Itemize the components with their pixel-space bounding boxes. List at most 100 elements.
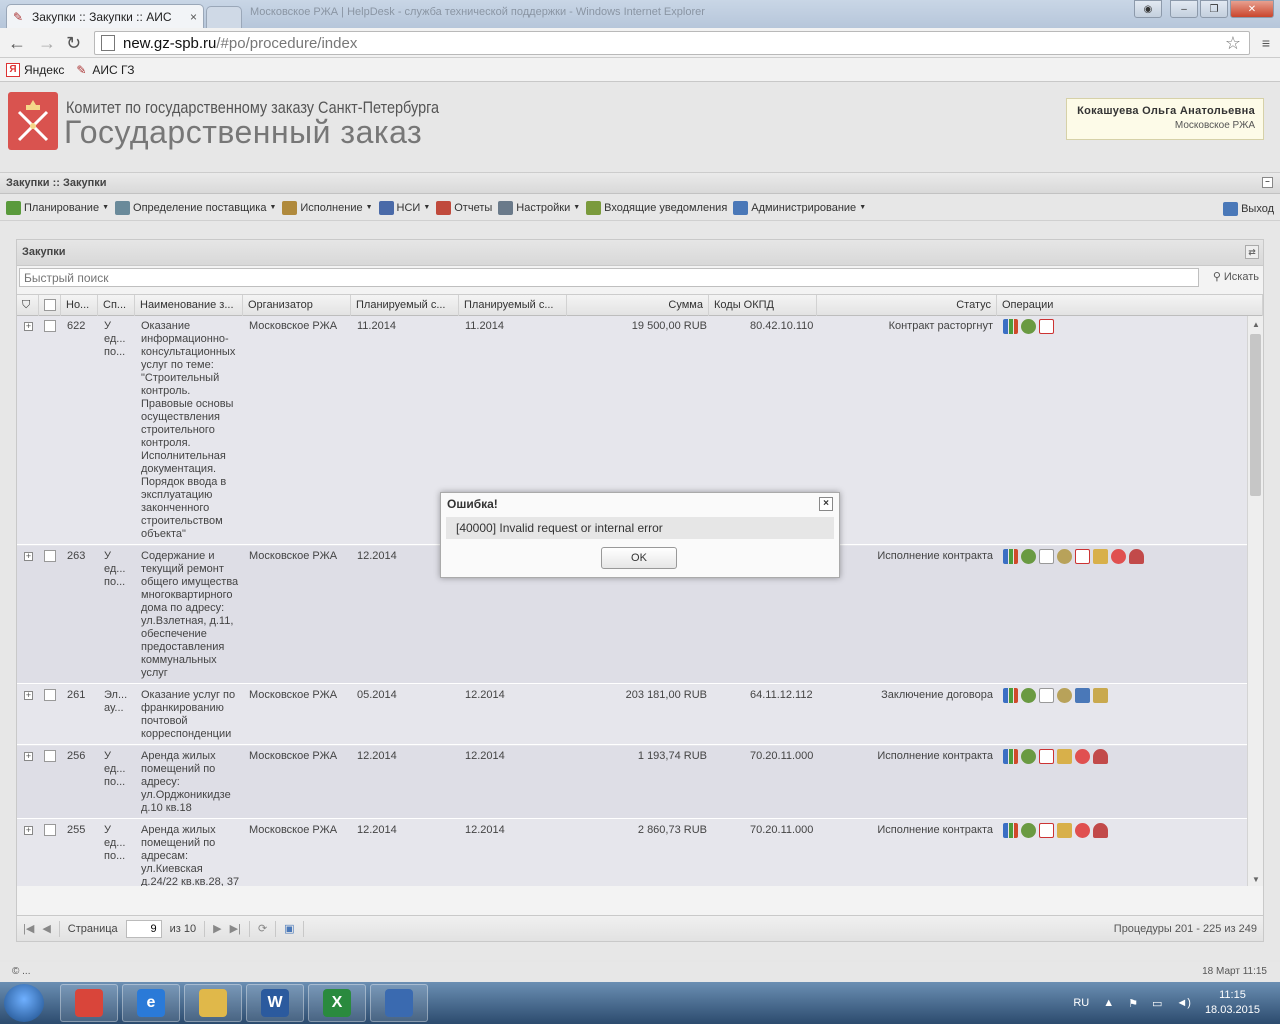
gear-icon[interactable] bbox=[1021, 823, 1036, 838]
table-row[interactable]: +261 Эл... ау... Оказание услуг по франкир… bbox=[17, 685, 1247, 745]
refresh-icon[interactable]: ⟳ bbox=[258, 922, 267, 935]
people-icon[interactable] bbox=[1129, 549, 1144, 564]
circle-icon[interactable] bbox=[1111, 549, 1126, 564]
volume-icon[interactable]: ◄) bbox=[1176, 997, 1191, 1009]
row-checkbox[interactable] bbox=[44, 824, 56, 836]
expand-row-icon[interactable]: + bbox=[24, 691, 33, 700]
forward-arrow-icon[interactable]: → bbox=[38, 33, 56, 54]
people-icon[interactable] bbox=[1093, 823, 1108, 838]
clock[interactable]: 11:15 18.03.2015 bbox=[1205, 988, 1260, 1018]
emblem-icon[interactable] bbox=[1057, 549, 1072, 564]
pencil-icon[interactable] bbox=[1093, 549, 1108, 564]
doc-red-icon[interactable] bbox=[1039, 823, 1054, 838]
chart-icon[interactable] bbox=[1003, 688, 1018, 703]
collapse-panel-icon[interactable]: – bbox=[1262, 177, 1273, 188]
language-indicator[interactable]: RU bbox=[1073, 997, 1089, 1009]
gear-icon[interactable] bbox=[1021, 688, 1036, 703]
menu-item-inbox[interactable]: Входящие уведомления bbox=[584, 200, 731, 215]
col-plan-end[interactable]: Планируемый с... bbox=[459, 295, 567, 316]
col-number[interactable]: Но... bbox=[61, 295, 98, 316]
col-plan-start[interactable]: Планируемый с... bbox=[351, 295, 459, 316]
select-all-checkbox-cell[interactable] bbox=[39, 295, 61, 316]
taskbar-word[interactable]: W bbox=[246, 984, 304, 1022]
chart-icon[interactable] bbox=[1003, 749, 1018, 764]
menu-item-book[interactable]: НСИ ▼ bbox=[377, 200, 435, 215]
filter-icon[interactable]: ⛉ bbox=[17, 295, 39, 316]
col-organizer[interactable]: Организатор bbox=[243, 295, 351, 316]
prev-page-icon[interactable]: ◀ bbox=[42, 922, 50, 935]
col-method[interactable]: Сп... bbox=[98, 295, 135, 316]
doc-red-icon[interactable] bbox=[1039, 319, 1054, 334]
user-info[interactable]: Кокашуева Ольга Анатольевна Московское Р… bbox=[1066, 98, 1264, 140]
expand-row-icon[interactable]: + bbox=[24, 826, 33, 835]
pencil-icon[interactable] bbox=[1057, 823, 1072, 838]
taskbar-outlook[interactable] bbox=[370, 984, 428, 1022]
tray-expand-icon[interactable]: ▲ bbox=[1103, 997, 1114, 1009]
taskbar-explorer[interactable] bbox=[184, 984, 242, 1022]
start-button[interactable] bbox=[4, 984, 44, 1022]
taskbar-chrome[interactable] bbox=[60, 984, 118, 1022]
menu-item-supplier[interactable]: Определение поставщика ▼ bbox=[113, 200, 280, 215]
menu-item-admin[interactable]: Администрирование ▼ bbox=[731, 200, 870, 215]
row-checkbox[interactable] bbox=[44, 320, 56, 332]
col-status[interactable]: Статус bbox=[817, 295, 997, 316]
circle-icon[interactable] bbox=[1075, 823, 1090, 838]
doc-red-icon[interactable] bbox=[1075, 549, 1090, 564]
first-page-icon[interactable]: |◀ bbox=[23, 922, 34, 935]
new-tab-button[interactable] bbox=[206, 6, 242, 28]
next-page-icon[interactable]: ▶ bbox=[213, 922, 221, 935]
tab-active[interactable]: ✎ Закупки :: Закупки :: АИС × bbox=[6, 4, 204, 28]
bookmark-yandex[interactable]: Я Яндекс bbox=[6, 62, 64, 77]
profile-icon[interactable]: ◉ bbox=[1134, 0, 1162, 18]
pencil-icon[interactable] bbox=[1057, 749, 1072, 764]
expand-row-icon[interactable]: + bbox=[24, 752, 33, 761]
row-checkbox[interactable] bbox=[44, 550, 56, 562]
emblem-icon[interactable] bbox=[1057, 688, 1072, 703]
doc-icon[interactable] bbox=[1039, 549, 1054, 564]
row-checkbox[interactable] bbox=[44, 750, 56, 762]
circle-icon[interactable] bbox=[1075, 749, 1090, 764]
gear-icon[interactable] bbox=[1021, 549, 1036, 564]
reload-icon[interactable]: ↻ bbox=[66, 33, 81, 54]
browser-menu-icon[interactable]: ≡ bbox=[1262, 35, 1270, 51]
table-row[interactable]: +255 У ед... по... Аренда жилых помещений … bbox=[17, 820, 1247, 886]
row-checkbox[interactable] bbox=[44, 689, 56, 701]
close-window-button[interactable]: ✕ bbox=[1230, 0, 1274, 18]
address-bar[interactable]: new.gz-spb.ru /#po/procedure/index ☆ bbox=[94, 31, 1250, 55]
save-icon[interactable]: ▣ bbox=[284, 922, 294, 935]
taskbar-excel[interactable]: X bbox=[308, 984, 366, 1022]
flag-icon[interactable]: ⚑ bbox=[1128, 997, 1138, 1010]
taskbar-internet-explorer[interactable]: e bbox=[122, 984, 180, 1022]
expand-row-icon[interactable]: + bbox=[24, 322, 33, 331]
exit-button[interactable]: Выход bbox=[1223, 202, 1274, 216]
scroll-icon[interactable] bbox=[1093, 688, 1108, 703]
ok-button[interactable]: OK bbox=[601, 547, 677, 569]
vertical-scrollbar[interactable]: ▲ ▼ bbox=[1247, 316, 1263, 886]
search-button[interactable]: ⚲ Искать bbox=[1213, 270, 1259, 284]
table-row[interactable]: +256 У ед... по... Аренда жилых помещений … bbox=[17, 746, 1247, 819]
scroll-up-icon[interactable]: ▲ bbox=[1252, 320, 1260, 329]
menu-item-planning[interactable]: Планирование ▼ bbox=[4, 200, 113, 215]
gear-icon[interactable] bbox=[1021, 749, 1036, 764]
chart-icon[interactable] bbox=[1003, 823, 1018, 838]
menu-item-execution[interactable]: Исполнение ▼ bbox=[280, 200, 376, 215]
menu-item-report[interactable]: Отчеты bbox=[434, 200, 496, 215]
last-page-icon[interactable]: ▶| bbox=[230, 922, 241, 935]
scroll-down-icon[interactable]: ▼ bbox=[1252, 875, 1260, 884]
maximize-button[interactable]: ❐ bbox=[1200, 0, 1228, 18]
doc-icon[interactable] bbox=[1039, 688, 1054, 703]
menu-item-wrench[interactable]: Настройки ▼ bbox=[496, 200, 584, 215]
col-sum[interactable]: Сумма bbox=[567, 295, 709, 316]
bookmark-ais[interactable]: ✎ АИС ГЗ bbox=[74, 63, 134, 77]
quick-search-input[interactable] bbox=[19, 268, 1199, 287]
scrollbar-thumb[interactable] bbox=[1250, 334, 1261, 496]
grid-settings-icon[interactable]: ⇄ bbox=[1245, 245, 1259, 259]
minimize-button[interactable]: – bbox=[1170, 0, 1198, 18]
bookmark-star-icon[interactable]: ☆ bbox=[1225, 33, 1241, 54]
col-operations[interactable]: Операции bbox=[997, 295, 1263, 316]
gear-icon[interactable] bbox=[1021, 319, 1036, 334]
chart-icon[interactable] bbox=[1003, 549, 1018, 564]
note-icon[interactable] bbox=[1075, 688, 1090, 703]
select-all-checkbox[interactable] bbox=[44, 299, 56, 311]
col-name[interactable]: Наименование з... bbox=[135, 295, 243, 316]
